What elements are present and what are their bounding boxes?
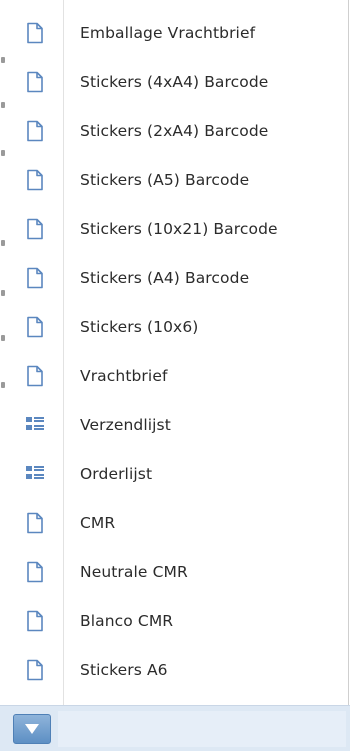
menu-item-label: Stickers A6 — [80, 660, 168, 679]
menu-item[interactable]: Stickers (A4) Barcode — [11, 253, 348, 302]
clipped-text-mark — [1, 290, 5, 296]
document-icon — [27, 71, 43, 92]
menu-item[interactable]: Stickers A6 — [11, 645, 348, 694]
menu-item-label: Neutrale CMR — [80, 562, 188, 581]
menu-item-label: Stickers (A5) Barcode — [80, 170, 250, 189]
menu-item-label: Stickers (A4) Barcode — [80, 268, 250, 287]
menu-item-label: CMR — [80, 513, 116, 532]
document-icon — [27, 610, 43, 631]
clipped-text-mark — [1, 335, 5, 341]
menu-item-label: Emballage Vrachtbrief — [80, 23, 256, 42]
document-icon — [27, 120, 43, 141]
menu-item[interactable]: Stickers (4xA4) Barcode — [11, 57, 348, 106]
menu-item[interactable]: Blanco CMR — [11, 596, 348, 645]
menu-item-label: Stickers (4xA4) Barcode — [80, 72, 269, 91]
clipped-text-mark — [1, 102, 5, 108]
menu-item[interactable]: Stickers (2xA4) Barcode — [11, 106, 348, 155]
menu-item-label: Blanco CMR — [80, 611, 174, 630]
document-icon — [27, 512, 43, 533]
document-icon — [27, 365, 43, 386]
document-icon — [27, 267, 43, 288]
triangle-down-icon — [25, 724, 39, 734]
dropdown-menu-screen: Emballage Vrachtbrief Stickers (4xA4) Bar… — [0, 0, 350, 751]
list-icon — [26, 465, 44, 479]
bottom-toolbar — [0, 705, 350, 751]
clipped-text-mark — [1, 240, 5, 246]
toolbar-field — [58, 711, 346, 747]
menu-item[interactable]: CMR — [11, 498, 348, 547]
menu-item[interactable]: Neutrale CMR — [11, 547, 348, 596]
menu-item[interactable]: Vrachtbrief — [11, 351, 348, 400]
document-icon — [27, 169, 43, 190]
menu-item[interactable]: Emballage Vrachtbrief — [11, 8, 348, 57]
document-icon — [27, 22, 43, 43]
menu-item-label: Stickers (2xA4) Barcode — [80, 121, 269, 140]
clipped-text-mark — [1, 382, 5, 388]
export-options-menu: Emballage Vrachtbrief Stickers (4xA4) Bar… — [11, 0, 349, 705]
menu-trigger-button[interactable] — [13, 714, 51, 744]
menu-item[interactable]: Verzendlijst — [11, 400, 348, 449]
menu-item-label: Vrachtbrief — [80, 366, 168, 385]
document-icon — [27, 218, 43, 239]
document-icon — [27, 659, 43, 680]
menu-item-label: Stickers (10x6) — [80, 317, 199, 336]
underlying-content-strip — [0, 0, 11, 751]
document-icon — [27, 316, 43, 337]
list-icon — [26, 416, 44, 430]
menu-item-label: Orderlijst — [80, 464, 153, 483]
menu-item-label: Stickers (10x21) Barcode — [80, 219, 278, 238]
menu-item[interactable]: Stickers (A5) Barcode — [11, 155, 348, 204]
menu-item[interactable]: Stickers (10x21) Barcode — [11, 204, 348, 253]
clipped-text-mark — [1, 150, 5, 156]
menu-item[interactable]: Stickers (10x6) — [11, 302, 348, 351]
menu-item[interactable]: Orderlijst — [11, 449, 348, 498]
menu-item-label: Verzendlijst — [80, 415, 171, 434]
clipped-text-mark — [1, 57, 5, 63]
document-icon — [27, 561, 43, 582]
